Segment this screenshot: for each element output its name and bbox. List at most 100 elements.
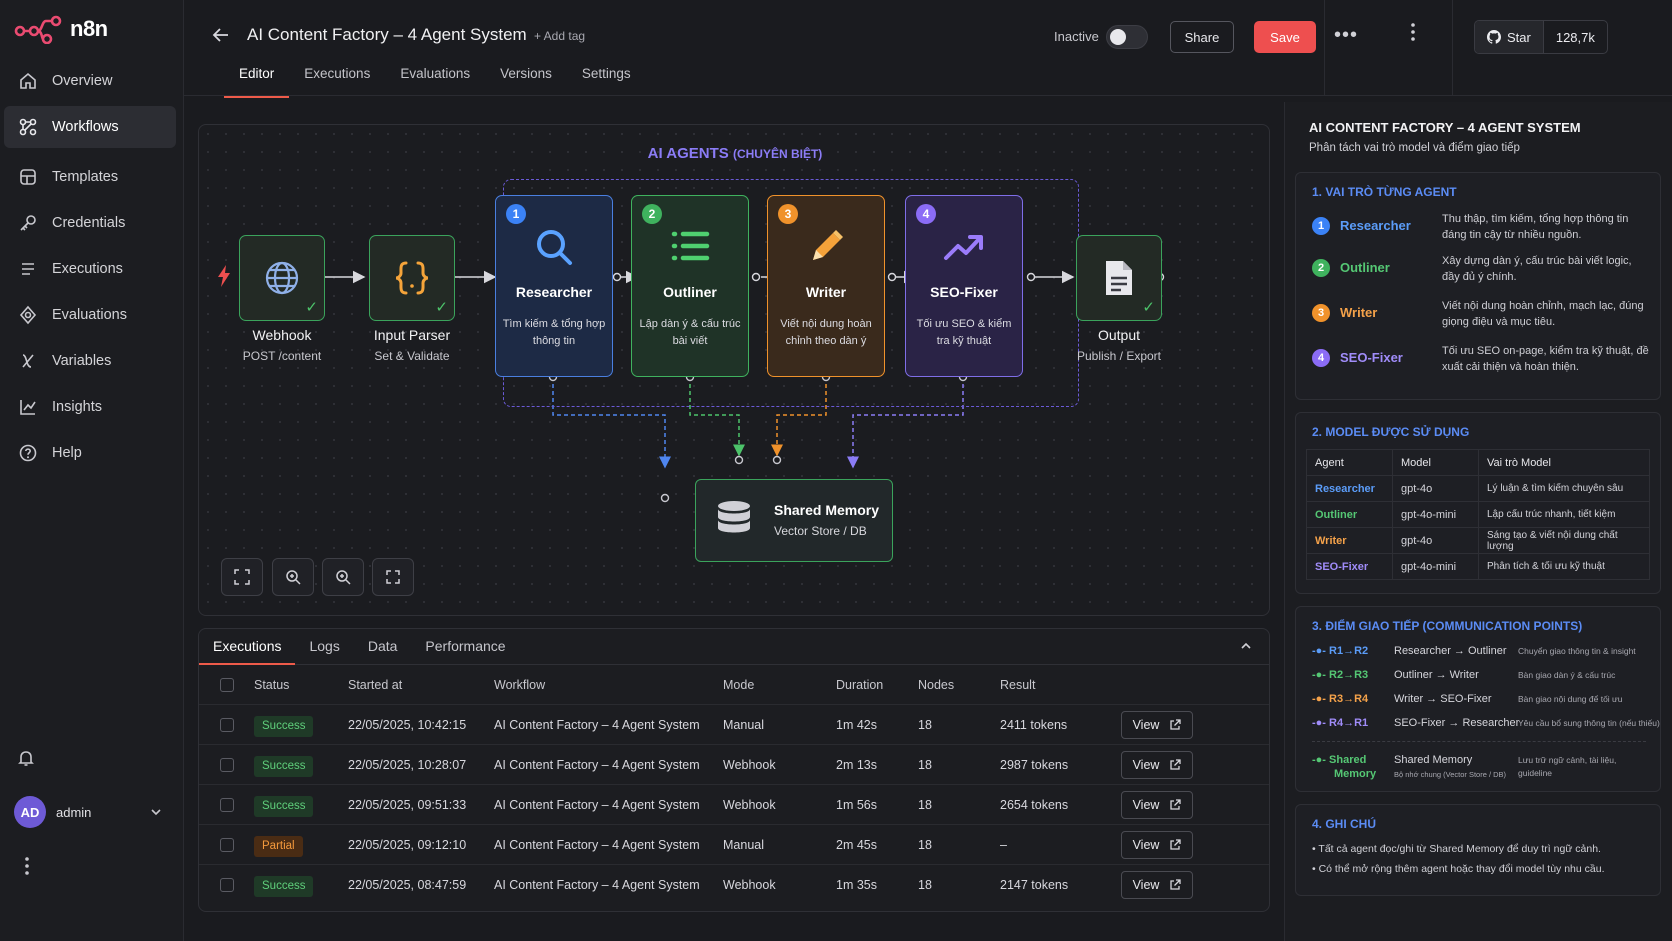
home-icon: [20, 72, 36, 89]
view-button[interactable]: View: [1121, 711, 1193, 739]
tab-versions[interactable]: Versions: [485, 66, 567, 96]
comm-key-text: R4→R1: [1329, 717, 1369, 729]
tab-executions[interactable]: Executions: [199, 629, 296, 665]
table-row[interactable]: Success 22/05/2025, 08:47:59 AI Content …: [199, 865, 1269, 905]
bell-icon[interactable]: [16, 748, 36, 768]
tab-performance[interactable]: Performance: [411, 629, 519, 665]
github-star-widget[interactable]: Star 128,7k: [1474, 20, 1608, 54]
comm-key: -●- R3→R4: [1312, 693, 1368, 705]
row-checkbox[interactable]: [220, 878, 234, 892]
github-star-button[interactable]: Star: [1475, 21, 1544, 53]
comm-key-text: Shared: [1329, 754, 1367, 766]
panel-tabs: Executions Logs Data Performance: [199, 629, 1269, 665]
role-number-badge: 1: [1312, 217, 1330, 235]
share-button[interactable]: Share: [1170, 21, 1234, 53]
tab-logs[interactable]: Logs: [295, 629, 353, 665]
model-agent: Outliner: [1306, 501, 1393, 528]
node-title: Output: [1097, 327, 1141, 343]
more-vertical-icon[interactable]: [24, 856, 30, 879]
output-node[interactable]: ✓: [1076, 235, 1162, 321]
external-link-icon: [1170, 759, 1182, 770]
agent-description: Viết nội dung hoàn chỉnh theo dàn ý: [780, 318, 872, 347]
node-title: Shared Memory: [774, 502, 880, 518]
row-checkbox[interactable]: [220, 758, 234, 772]
more-horizontal-icon[interactable]: •••: [1334, 24, 1358, 47]
save-button[interactable]: Save: [1254, 21, 1316, 53]
column-header[interactable]: Nodes: [918, 665, 954, 705]
sidebar-item-templates[interactable]: Templates: [4, 156, 176, 198]
nodes-count: 18: [918, 838, 932, 852]
model-agent: SEO-Fixer: [1306, 553, 1393, 580]
tab-executions[interactable]: Executions: [289, 66, 385, 96]
table-row[interactable]: Partial 22/05/2025, 09:12:10 AI Content …: [199, 825, 1269, 865]
seo-fixer-agent-node[interactable]: 4 SEO-Fixer Tối ưu SEO & kiểm tra kỹ thu…: [905, 195, 1023, 377]
table-row[interactable]: Success 22/05/2025, 10:28:07 AI Content …: [199, 745, 1269, 785]
row-checkbox[interactable]: [220, 798, 234, 812]
column-header[interactable]: Mode: [723, 665, 754, 705]
n8n-logo-icon: [14, 15, 62, 44]
view-button[interactable]: View: [1121, 871, 1193, 899]
n8n-logo[interactable]: n8n: [14, 14, 108, 44]
fit-view-button[interactable]: [221, 558, 263, 596]
view-label: View: [1132, 718, 1160, 732]
comm-label: Outliner → Writer: [1394, 669, 1479, 681]
agent-description: Lập dàn ý & cấu trúc bài viết: [639, 318, 741, 347]
zoom-out-button[interactable]: [322, 558, 364, 596]
column-header[interactable]: Status: [254, 665, 289, 705]
sidebar-item-insights[interactable]: Insights: [4, 386, 176, 428]
webhook-node[interactable]: ✓: [239, 235, 325, 321]
chevron-up-icon[interactable]: [1239, 639, 1253, 653]
column-header[interactable]: Result: [1000, 665, 1035, 705]
card-heading: 4. GHI CHÚ: [1312, 817, 1377, 831]
view-button[interactable]: View: [1121, 831, 1193, 859]
zoom-in-button[interactable]: [272, 558, 314, 596]
add-tag-link[interactable]: + Add tag: [534, 29, 585, 43]
back-arrow-icon[interactable]: [210, 24, 232, 46]
column-header[interactable]: Workflow: [494, 665, 545, 705]
view-button[interactable]: View: [1121, 791, 1193, 819]
sidebar-item-help[interactable]: Help: [4, 432, 176, 474]
started-at: 22/05/2025, 09:51:33: [348, 798, 467, 812]
agent-name: Outliner: [663, 284, 717, 300]
sidebar-item-variables[interactable]: Variables: [4, 340, 176, 382]
writer-agent-node[interactable]: 3 Writer Viết nội dung hoàn chỉnh theo d…: [767, 195, 885, 377]
column-header[interactable]: Started at: [348, 665, 402, 705]
select-all-checkbox[interactable]: [220, 678, 234, 692]
table-header: Status Started at Workflow Mode Duration…: [199, 665, 1269, 705]
tab-data[interactable]: Data: [354, 629, 412, 665]
braces-icon: [395, 261, 429, 295]
more-vertical-icon[interactable]: [1408, 22, 1418, 42]
role-name: SEO-Fixer: [1340, 350, 1403, 365]
started-at: 22/05/2025, 10:42:15: [348, 718, 467, 732]
row-checkbox[interactable]: [220, 838, 234, 852]
tab-editor[interactable]: Editor: [224, 66, 290, 98]
sidebar-item-overview[interactable]: Overview: [4, 60, 176, 102]
sidebar-item-credentials[interactable]: Credentials: [4, 202, 176, 244]
workflow-name: AI Content Factory – 4 Agent System: [494, 878, 700, 892]
outliner-agent-node[interactable]: 2 Outliner Lập dàn ý & cấu trúc bài viết: [631, 195, 749, 377]
sidebar-item-workflows[interactable]: Workflows: [4, 106, 176, 148]
researcher-agent-node[interactable]: 1 Researcher Tìm kiếm & tổng hợp thông t…: [495, 195, 613, 377]
workflow-title[interactable]: AI Content Factory – 4 Agent System: [247, 25, 527, 45]
input-parser-node[interactable]: ✓: [369, 235, 455, 321]
active-toggle[interactable]: [1106, 25, 1148, 49]
sidebar-item-executions[interactable]: Executions: [4, 248, 176, 290]
table-row[interactable]: Success 22/05/2025, 09:51:33 AI Content …: [199, 785, 1269, 825]
tab-evaluations[interactable]: Evaluations: [385, 66, 485, 96]
avatar: AD: [14, 796, 46, 828]
user-menu[interactable]: AD admin: [14, 796, 174, 828]
info-subtitle: Phân tách vai trò model và điểm giao tiế…: [1309, 142, 1520, 154]
model-name: gpt-4o-mini: [1392, 501, 1479, 528]
tab-settings[interactable]: Settings: [567, 66, 646, 96]
column-header[interactable]: Duration: [836, 665, 883, 705]
status-badge: Success: [254, 796, 314, 817]
row-checkbox[interactable]: [220, 718, 234, 732]
workflow-name: AI Content Factory – 4 Agent System: [494, 758, 700, 772]
table-row[interactable]: Success 22/05/2025, 10:42:15 AI Content …: [199, 705, 1269, 745]
shared-memory-node[interactable]: Shared Memory Vector Store / DB: [695, 479, 893, 562]
reset-zoom-button[interactable]: [372, 558, 414, 596]
sidebar-item-evaluations[interactable]: Evaluations: [4, 294, 176, 336]
view-button[interactable]: View: [1121, 751, 1193, 779]
workflow-canvas[interactable]: AI AGENTS (CHUYÊN BIỆT) ✓ Webhook POST /…: [198, 124, 1270, 616]
list-icon: [22, 263, 34, 275]
